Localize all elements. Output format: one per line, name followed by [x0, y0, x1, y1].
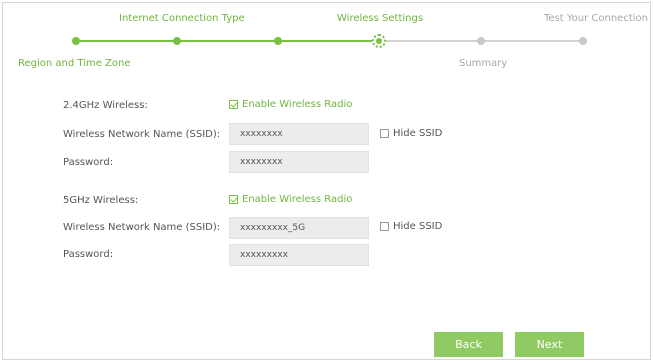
ssid-5-input[interactable]	[229, 217, 369, 239]
hide-ssid-5-checkbox[interactable]: Hide SSID	[380, 221, 442, 232]
enable-radio-24-checkbox[interactable]: Enable Wireless Radio	[229, 99, 352, 110]
band-5-label: 5GHz Wireless:	[63, 195, 139, 206]
checkbox-checked-icon	[229, 100, 238, 109]
password-5-label: Password:	[63, 249, 114, 260]
hide-ssid-5-label: Hide SSID	[393, 221, 443, 232]
password-5-input[interactable]	[229, 244, 369, 266]
checkbox-unchecked-icon	[380, 222, 389, 231]
progress-track-complete	[76, 40, 379, 42]
step-label-region: Region and Time Zone	[18, 58, 131, 69]
checkbox-unchecked-icon	[380, 129, 389, 138]
step-dot-test	[579, 37, 587, 45]
wizard-panel	[2, 2, 651, 360]
enable-radio-5-checkbox[interactable]: Enable Wireless Radio	[229, 194, 352, 205]
hide-ssid-24-label: Hide SSID	[393, 128, 443, 139]
step-dot-internet	[173, 37, 181, 45]
step-label-internet: Internet Connection Type	[119, 13, 245, 24]
hide-ssid-24-checkbox[interactable]: Hide SSID	[380, 128, 442, 139]
step-label-wireless: Wireless Settings	[337, 13, 424, 24]
step-label-test: Test Your Connection	[544, 13, 648, 24]
band-24-label: 2.4GHz Wireless:	[63, 100, 148, 111]
enable-radio-24-label: Enable Wireless Radio	[242, 99, 353, 110]
back-button[interactable]: Back	[434, 332, 503, 357]
next-button[interactable]: Next	[515, 332, 584, 357]
ssid-24-input[interactable]	[229, 123, 369, 145]
step-dot-region	[72, 37, 80, 45]
ssid-24-label: Wireless Network Name (SSID):	[63, 129, 221, 140]
step-dot-summary	[477, 37, 485, 45]
enable-radio-5-label: Enable Wireless Radio	[242, 194, 353, 205]
ssid-5-label: Wireless Network Name (SSID):	[63, 222, 221, 233]
password-24-input[interactable]	[229, 151, 369, 173]
step-dot-wireless-current	[372, 34, 386, 48]
step-label-summary: Summary	[459, 58, 508, 69]
step-dot-intermediate	[274, 37, 282, 45]
password-24-label: Password:	[63, 157, 114, 168]
checkbox-checked-icon	[229, 195, 238, 204]
